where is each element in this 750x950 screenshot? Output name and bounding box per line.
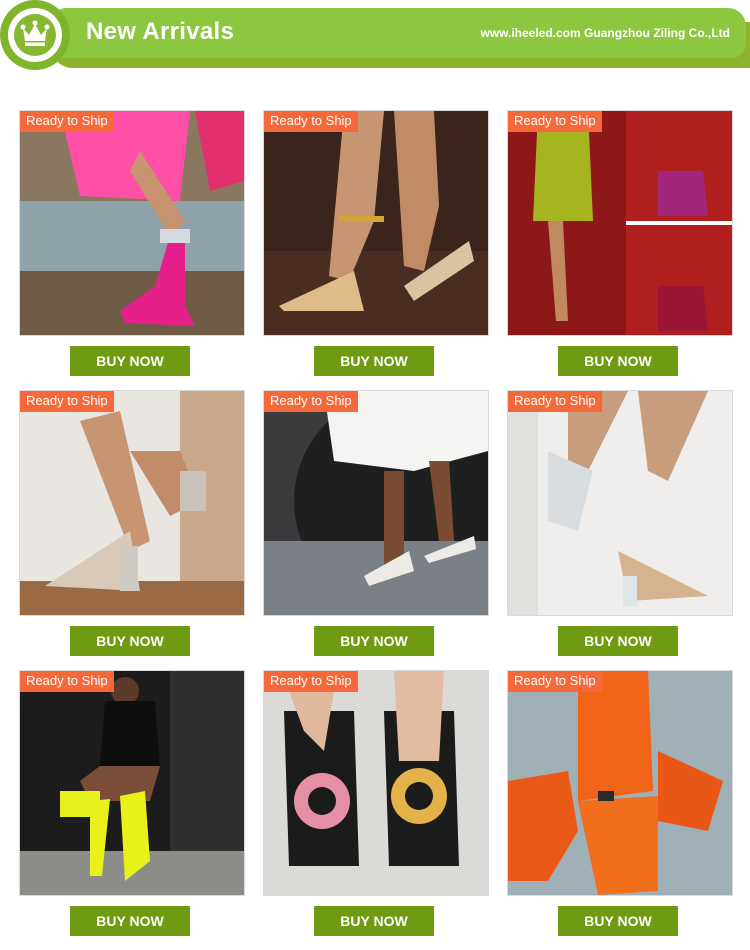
product-image[interactable]: Ready to Ship (507, 110, 733, 336)
product-card: Ready to Ship BUY NOW (263, 110, 489, 390)
page-title: New Arrivals (86, 18, 235, 45)
product-image[interactable]: Ready to Ship (19, 670, 245, 896)
ready-to-ship-tag: Ready to Ship (508, 111, 602, 132)
product-card: Ready to Ship BUY NOW (507, 670, 733, 950)
buy-now-button[interactable]: BUY NOW (314, 626, 434, 656)
product-image[interactable]: Ready to Ship (263, 670, 489, 896)
product-card: Ready to Ship BUY NOW (507, 110, 733, 390)
ready-to-ship-tag: Ready to Ship (508, 391, 602, 412)
buy-now-button[interactable]: BUY NOW (314, 346, 434, 376)
ready-to-ship-tag: Ready to Ship (508, 671, 602, 692)
buy-now-button[interactable]: BUY NOW (70, 626, 190, 656)
product-card: Ready to Ship BUY NOW (507, 390, 733, 670)
crown-icon (20, 20, 50, 46)
product-image[interactable]: Ready to Ship (507, 390, 733, 616)
product-card: Ready to Ship BUY NOW (263, 390, 489, 670)
buy-now-button[interactable]: BUY NOW (70, 906, 190, 936)
logo-badge (0, 0, 70, 70)
buy-now-button[interactable]: BUY NOW (70, 346, 190, 376)
ready-to-ship-tag: Ready to Ship (20, 111, 114, 132)
buy-now-button[interactable]: BUY NOW (558, 906, 678, 936)
product-image[interactable]: Ready to Ship (19, 390, 245, 616)
buy-now-button[interactable]: BUY NOW (558, 626, 678, 656)
ready-to-ship-tag: Ready to Ship (20, 671, 114, 692)
product-image[interactable]: Ready to Ship (19, 110, 245, 336)
product-image[interactable]: Ready to Ship (263, 390, 489, 616)
buy-now-button[interactable]: BUY NOW (314, 906, 434, 936)
product-card: Ready to Ship BUY NOW (19, 110, 245, 390)
ready-to-ship-tag: Ready to Ship (264, 111, 358, 132)
product-card: Ready to Ship BUY NOW (19, 670, 245, 950)
product-card: Ready to Ship BUY NOW (263, 670, 489, 950)
product-card: Ready to Ship BUY NOW (19, 390, 245, 670)
product-image[interactable]: Ready to Ship (263, 110, 489, 336)
header-banner: New Arrivals www.iheeled.com Guangzhou Z… (0, 0, 750, 80)
ready-to-ship-tag: Ready to Ship (264, 671, 358, 692)
company-name: www.iheeled.com Guangzhou Ziling Co.,Ltd (480, 26, 730, 40)
ready-to-ship-tag: Ready to Ship (20, 391, 114, 412)
buy-now-button[interactable]: BUY NOW (558, 346, 678, 376)
product-image[interactable]: Ready to Ship (507, 670, 733, 896)
ready-to-ship-tag: Ready to Ship (264, 391, 358, 412)
